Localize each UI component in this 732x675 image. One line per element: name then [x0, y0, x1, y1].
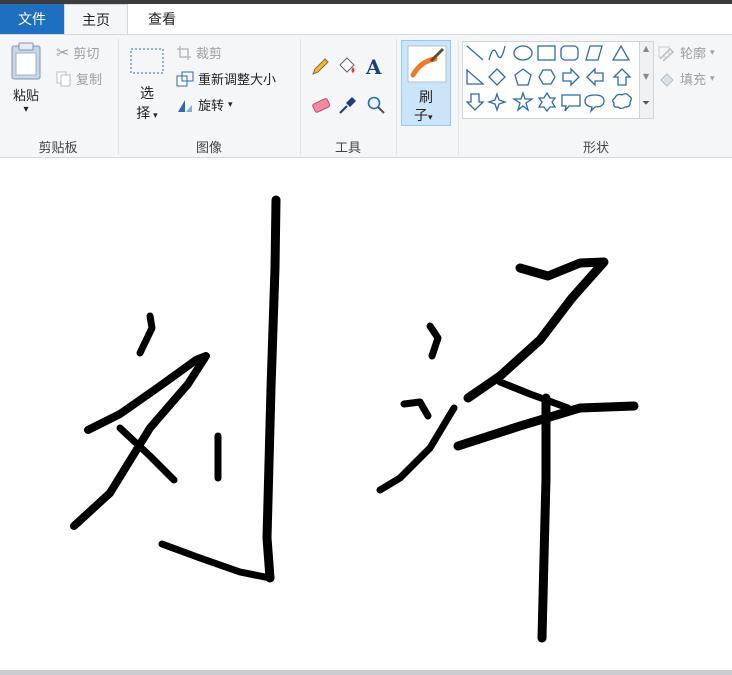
stroke-dot-1 [136, 312, 156, 357]
stroke-diagonal-2 [496, 378, 572, 412]
polygon-shape-icon [585, 45, 603, 61]
six-point-star-shape-icon [537, 91, 557, 113]
fill-dropdown-icon: ▾ [710, 73, 715, 84]
magnifier-icon[interactable] [366, 95, 386, 115]
image-group-label: 图像 [195, 141, 222, 156]
copy-button[interactable]: 复制 [56, 69, 102, 88]
resize-button[interactable]: 重新调整大小 [176, 69, 276, 88]
rotate-button[interactable]: 旋转 ▾ [176, 95, 233, 114]
left-arrow-shape-icon [586, 67, 604, 87]
right-arrow-shape-icon [562, 67, 580, 87]
triangle-shape-icon [611, 44, 631, 61]
svg-text:A: A [365, 55, 382, 77]
rotate-label: 旋转 [198, 99, 225, 114]
select-label-line1: 选 [140, 86, 154, 102]
four-point-star-shape-icon [486, 91, 508, 113]
tab-home[interactable]: 主页 [64, 4, 128, 35]
stroke-top-2 [463, 257, 609, 403]
stroke-vertical-1 [262, 195, 281, 583]
drawing-canvas[interactable] [0, 158, 732, 675]
fill-bucket-icon[interactable] [336, 55, 358, 77]
shapes-group-label: 形状 [582, 141, 609, 156]
down-arrow-shape-icon [465, 93, 485, 111]
gallery-expand-icon[interactable]: ⏷ [642, 98, 650, 109]
rectangle-shape-icon [537, 45, 556, 61]
right-triangle-shape-icon [466, 68, 485, 85]
select-label-line2: 择 ▾ [136, 106, 158, 122]
shapes-gallery-scroll[interactable]: ▲ ▼ ⏷ [640, 41, 654, 119]
outline-dropdown-icon: ▾ [710, 47, 715, 58]
scroll-up-icon[interactable]: ▲ [643, 44, 649, 53]
crop-label: 裁剪 [196, 47, 223, 62]
copy-label: 复制 [76, 73, 103, 88]
oval-shape-icon [513, 45, 533, 61]
paste-button[interactable]: 粘贴 ▾ [6, 41, 46, 115]
line-shape-icon [466, 45, 484, 61]
fill-button[interactable]: 填充 ▾ [658, 69, 715, 88]
rectangular-callout-shape-icon [561, 94, 581, 112]
ribbon-separator [396, 39, 397, 155]
pencil-icon[interactable] [310, 57, 330, 77]
copy-icon [56, 71, 71, 86]
resize-icon [176, 71, 194, 86]
brushes-label-line2: 子▾ [414, 108, 433, 124]
outline-button[interactable]: 轮廓 ▾ [658, 43, 715, 62]
tab-view[interactable]: 查看 [130, 4, 194, 34]
ribbon-tab-bar: 文件 主页 查看 [0, 4, 732, 35]
pentagon-shape-icon [514, 68, 532, 86]
canvas-bottom-border [0, 670, 732, 675]
brushes-label-line1: 刷 [419, 90, 433, 106]
ribbon-separator [458, 39, 459, 155]
fill-icon [660, 72, 674, 87]
clipboard-group-label: 剪贴板 [38, 141, 78, 156]
brushes-button[interactable]: 刷 子▾ [401, 40, 451, 126]
paste-label: 粘贴 [12, 89, 39, 104]
tools-group-label: 工具 [334, 141, 361, 156]
crop-icon [177, 45, 191, 60]
rotate-icon [178, 99, 192, 112]
select-button[interactable]: 选 择 ▾ [126, 47, 168, 123]
stroke-lift-2 [376, 404, 458, 494]
shapes-gallery[interactable] [462, 41, 640, 119]
tab-file[interactable]: 文件 [0, 4, 64, 34]
outline-icon [658, 46, 675, 61]
shapes-gallery-icons [465, 44, 632, 114]
ribbon-separator [300, 39, 301, 155]
ribbon-separator [118, 39, 119, 155]
fill-label: 填充 [680, 73, 707, 88]
eraser-icon[interactable] [310, 95, 332, 115]
oval-callout-shape-icon [584, 94, 605, 114]
handwriting-drawing [70, 195, 639, 643]
stroke-hook-1 [158, 540, 274, 582]
cloud-callout-shape-icon [612, 93, 632, 110]
brush-icon [407, 45, 447, 83]
hexagon-shape-icon [538, 69, 556, 85]
paste-dropdown-arrow[interactable]: ▾ [23, 104, 28, 115]
stroke-vertical-2 [537, 393, 551, 643]
cut-button[interactable]: ✂ 剪切 [56, 43, 99, 62]
ribbon: 粘贴 ▾ ✂ 剪切 复制 剪贴板 选 择 ▾ 裁剪 重新调整大小 旋转 ▾ 图像… [0, 34, 732, 158]
rounded-rectangle-shape-icon [560, 45, 579, 61]
outline-label: 轮廓 [680, 47, 707, 62]
curve-shape-icon [488, 45, 506, 61]
scroll-down-icon[interactable]: ▼ [643, 72, 649, 81]
color-picker-icon[interactable] [338, 95, 358, 115]
rotate-dropdown-icon: ▾ [228, 99, 233, 110]
stroke-dot-3 [400, 398, 432, 420]
cut-label: 剪切 [73, 47, 100, 62]
select-rectangle-icon [130, 48, 164, 74]
up-arrow-shape-icon [612, 68, 632, 86]
clipboard-icon [11, 42, 41, 80]
text-tool-icon[interactable]: A [364, 55, 386, 77]
diamond-shape-icon [488, 68, 506, 86]
stroke-zigzag-1 [70, 352, 210, 530]
resize-label: 重新调整大小 [198, 73, 277, 88]
five-point-star-shape-icon [511, 90, 535, 112]
crop-button[interactable]: 裁剪 [176, 43, 222, 62]
scissors-icon: ✂ [56, 43, 70, 62]
stroke-dot-2 [426, 322, 442, 360]
